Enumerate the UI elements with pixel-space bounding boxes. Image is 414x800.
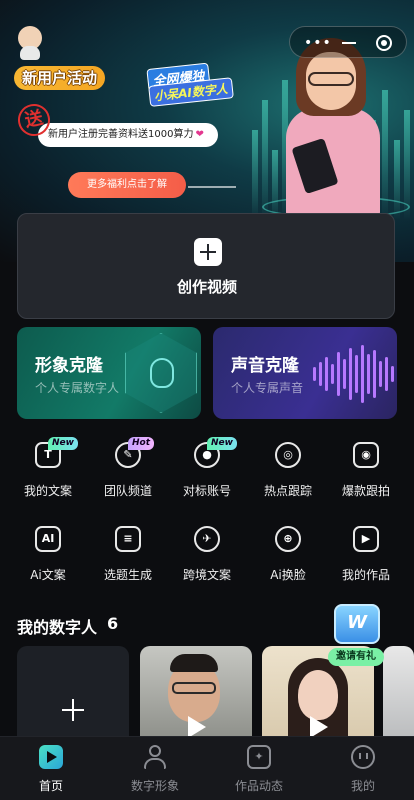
feature-label: Ai换脸: [270, 568, 306, 582]
feature-label: 我的文案: [23, 484, 72, 498]
new-badge: New: [48, 437, 78, 450]
image-clone-card[interactable]: 形象克隆 个人专属数字人: [17, 327, 201, 419]
feature-label: 热点跟踪: [263, 484, 312, 498]
voice-clone-card[interactable]: 声音克隆 个人专属声音: [213, 327, 397, 419]
feature-topic-generation[interactable]: ≡ 选题生成: [88, 524, 168, 594]
voice-clone-subtitle: 个人专属声音: [231, 381, 304, 395]
image-clone-subtitle: 个人专属数字人: [35, 381, 120, 395]
home-play-icon: [39, 745, 63, 769]
hot-badge: Hot: [128, 437, 155, 450]
bottom-tab-bar: 首页 数字形象 作品动态 我的: [0, 736, 414, 800]
feature-grid-row-2: AI Ai文案 ≡ 选题生成 ✈ 跨境文案 ⊕ Ai换脸 ▶ 我的作品: [0, 524, 414, 594]
target-icon: ◎: [275, 442, 301, 468]
feature-label: 团队频道: [103, 484, 152, 498]
create-video-label: 创作视频: [176, 278, 237, 296]
promo-badge: 全网爆独 小呆AI数字人: [146, 59, 245, 107]
invite-label: 邀请有礼: [328, 648, 384, 666]
feature-label: 我的作品: [341, 568, 390, 582]
chat-sparkle-icon: [247, 745, 271, 769]
tab-label: 作品动态: [234, 779, 283, 793]
new-badge: New: [207, 437, 237, 450]
section-count: 6: [107, 614, 119, 633]
face-scan-icon: [125, 333, 197, 413]
new-user-activity-tag[interactable]: 新用户活动: [14, 66, 106, 90]
feature-hot-tracking[interactable]: ◎ 热点跟踪: [248, 440, 328, 510]
image-clone-title: 形象克隆: [35, 356, 103, 376]
play-icon[interactable]: [188, 716, 206, 738]
feature-label: Ai文案: [30, 568, 66, 582]
feature-cross-border-copy[interactable]: ✈ 跨境文案: [167, 524, 247, 594]
section-title: 我的数字人: [17, 618, 98, 637]
feature-my-works[interactable]: ▶ 我的作品: [326, 524, 406, 594]
close-target-icon[interactable]: [376, 35, 392, 51]
digital-human-illustration: [282, 38, 392, 218]
tab-works-feed[interactable]: 作品动态: [219, 743, 299, 797]
promo-bubble-text: 新用户注册完善资料送1000算力: [48, 129, 194, 140]
feature-label: 爆款跟拍: [341, 484, 390, 498]
tab-label: 首页: [38, 779, 63, 793]
heart-icon: ❤: [195, 129, 204, 140]
voice-clone-title: 声音克隆: [231, 356, 299, 376]
feature-label: 对标账号: [182, 484, 231, 498]
plane-icon: ✈: [194, 526, 220, 552]
ai-icon: AI: [35, 526, 61, 552]
camera-icon: ◉: [353, 442, 379, 468]
more-icon[interactable]: •••: [304, 36, 332, 50]
globe-icon: ⊕: [275, 526, 301, 552]
gift-box-letter: W: [347, 612, 367, 633]
more-benefits-button[interactable]: 更多福利点击了解: [68, 172, 186, 198]
feature-ai-face-swap[interactable]: ⊕ Ai换脸: [248, 524, 328, 594]
minimize-icon[interactable]: [342, 42, 356, 44]
plus-icon: [194, 238, 222, 266]
invite-reward-button[interactable]: W 邀请有礼: [326, 600, 388, 668]
mini-program-capsule: •••: [289, 26, 407, 58]
gift-box-icon: W: [334, 604, 380, 644]
avatar[interactable]: [15, 26, 45, 60]
tab-label: 数字形象: [130, 779, 179, 793]
person-icon: [143, 745, 167, 769]
add-digital-human-button[interactable]: [17, 646, 129, 746]
promo-bubble: 新用户注册完善资料送1000算力 ❤: [38, 123, 218, 147]
profile-face-icon: [351, 745, 375, 769]
video-icon: ▶: [353, 526, 379, 552]
play-icon[interactable]: [310, 716, 328, 738]
feature-label: 选题生成: [103, 568, 152, 582]
feature-benchmark-account[interactable]: ● New 对标账号: [167, 437, 247, 510]
feature-my-copy[interactable]: T New 我的文案: [8, 437, 88, 510]
tab-label: 我的: [350, 779, 375, 793]
create-video-card[interactable]: 创作视频: [17, 213, 395, 319]
feature-viral-follow[interactable]: ◉ 爆款跟拍: [326, 440, 406, 510]
feature-grid-row-1: T New 我的文案 ✎ Hot 团队频道 ● New 对标账号 ◎ 热点跟踪 …: [0, 437, 414, 510]
divider: [188, 186, 236, 188]
tab-home[interactable]: 首页: [11, 743, 91, 797]
feature-ai-copy[interactable]: AI Ai文案: [8, 524, 88, 594]
tab-digital-avatar[interactable]: 数字形象: [115, 743, 195, 797]
feature-label: 跨境文案: [182, 568, 231, 582]
topic-icon: ≡: [115, 526, 141, 552]
digital-human-card[interactable]: [140, 646, 252, 746]
tab-me[interactable]: 我的: [323, 743, 403, 797]
sound-wave-icon: [309, 341, 397, 407]
feature-team-channel[interactable]: ✎ Hot 团队频道: [88, 437, 168, 510]
